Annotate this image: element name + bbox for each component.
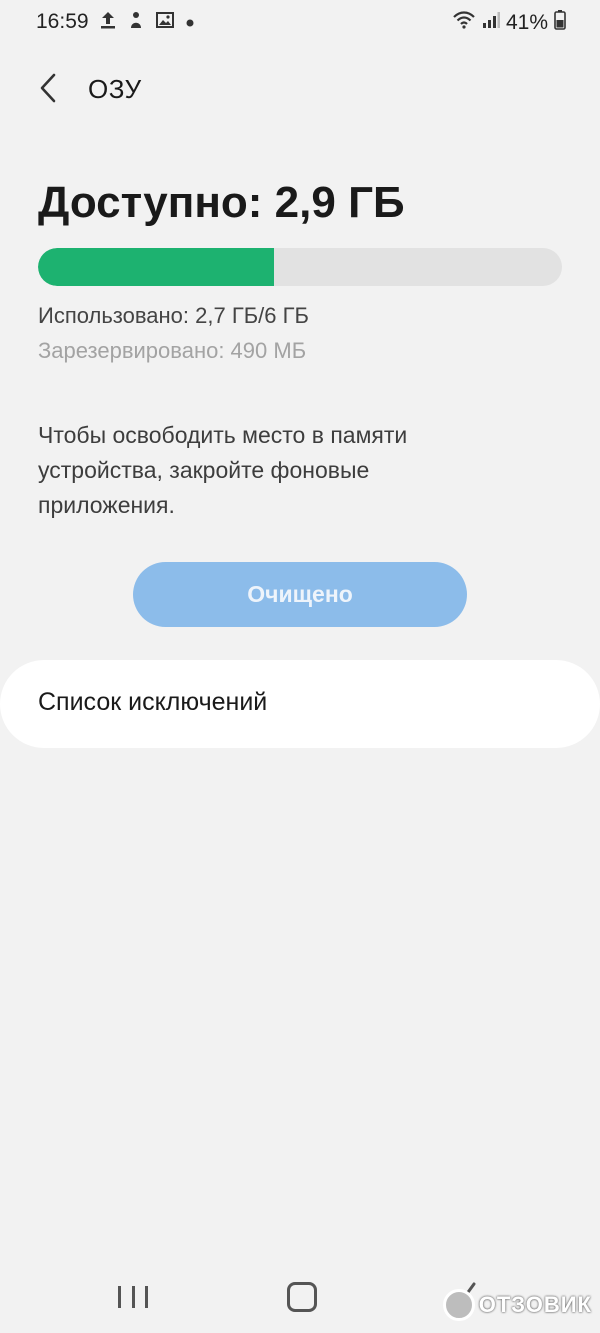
status-bar: 16:59 41% (0, 0, 600, 44)
reserved-memory-text: Зарезервировано: 490 МБ (38, 338, 307, 363)
watermark: ОТЗОВИК (442, 1289, 592, 1321)
used-memory-text: Использовано: 2,7 ГБ/6 ГБ (38, 303, 309, 328)
page-title: ОЗУ (88, 74, 142, 104)
watermark-text: ОТЗОВИК (478, 1292, 592, 1317)
exclusions-label: Список исключений (38, 688, 268, 716)
memory-description: Чтобы освободить место в памяти устройст… (38, 422, 408, 518)
dot-icon (186, 14, 194, 32)
recent-apps-icon-bar (145, 1286, 148, 1308)
memory-usage-fill (38, 248, 274, 286)
watermark-logo-icon (442, 1289, 475, 1321)
recent-apps-icon-bar (131, 1286, 135, 1308)
recent-apps-icon (118, 1286, 121, 1308)
battery-icon (554, 10, 566, 36)
image-icon (156, 12, 174, 33)
exclusions-list-item[interactable]: Список исключений (0, 660, 600, 748)
wifi-icon (452, 11, 476, 35)
clean-button[interactable]: Очищено (133, 562, 467, 627)
person-icon (128, 11, 144, 34)
app-header: ОЗУ (0, 60, 600, 116)
system-status: 41% (452, 10, 566, 36)
battery-percent: 41% (505, 11, 548, 34)
available-memory-title: Доступно: 2,9 ГБ (38, 178, 405, 227)
signal-icon (482, 11, 500, 35)
upload-icon (100, 11, 116, 34)
chevron-left-icon (40, 73, 56, 103)
notification-icons (100, 11, 194, 34)
memory-usage-bar (38, 248, 562, 286)
status-time: 16:59 (36, 10, 89, 33)
back-button[interactable] (26, 66, 70, 110)
home-button[interactable] (287, 1282, 317, 1312)
recent-apps-button[interactable] (118, 1280, 148, 1314)
